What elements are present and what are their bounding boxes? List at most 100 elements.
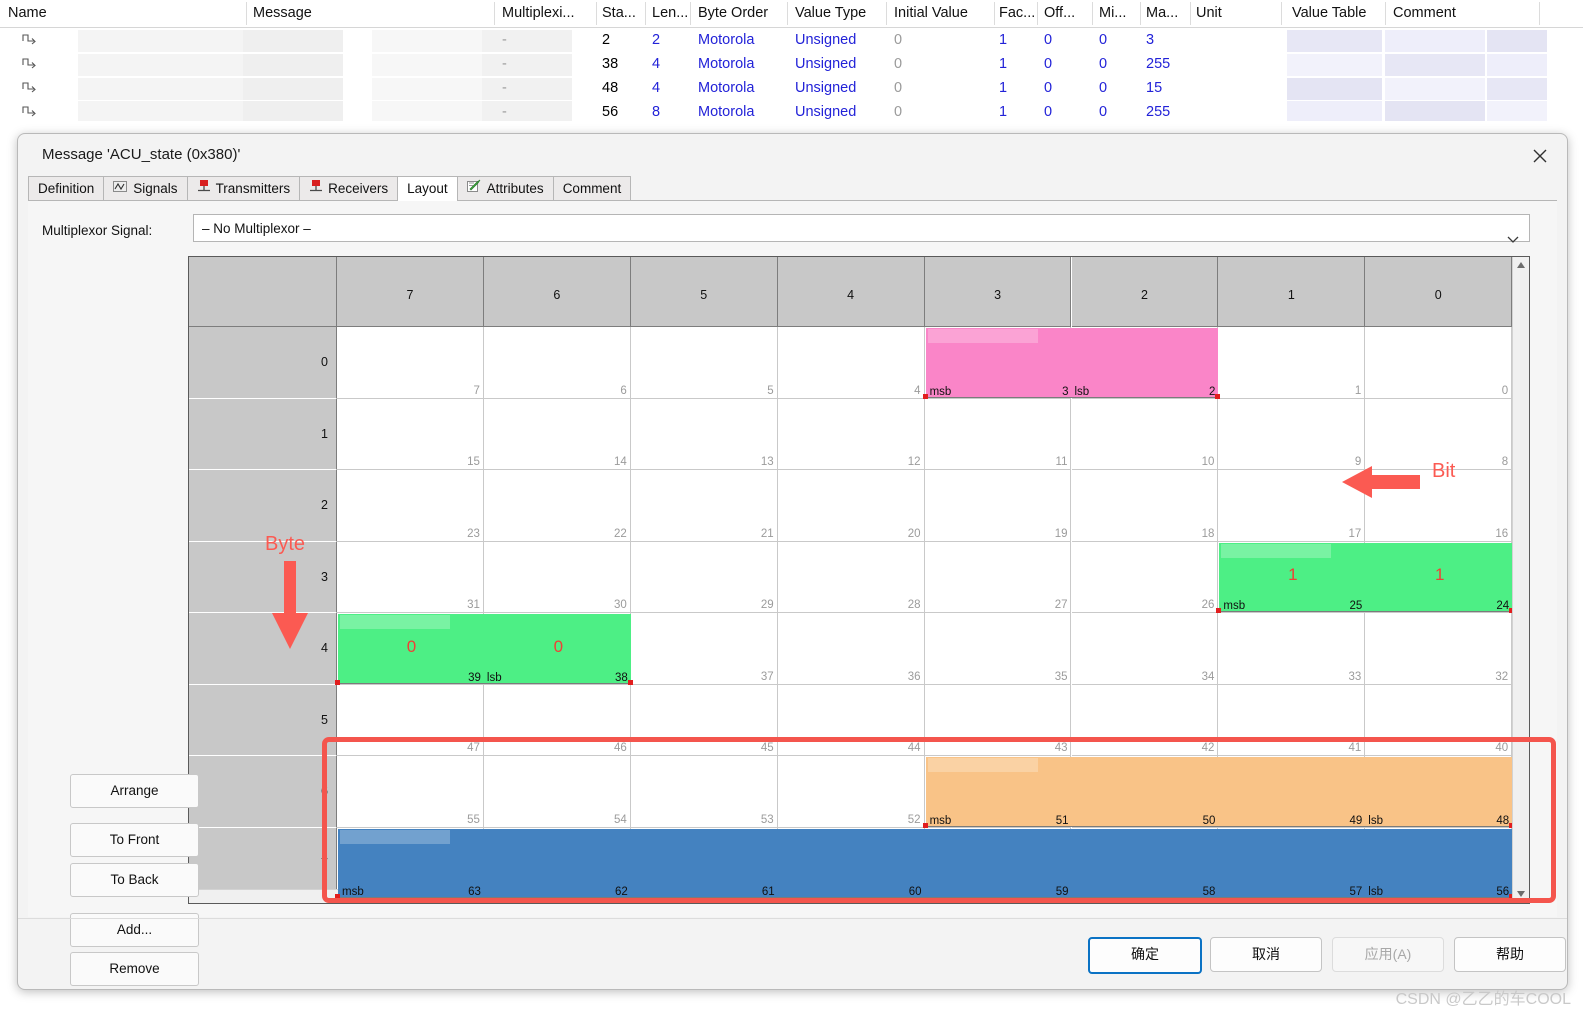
table-cell: 255 <box>1146 56 1171 72</box>
column-separator[interactable] <box>1037 2 1038 25</box>
signal-extent-marker <box>922 393 928 399</box>
ok-button[interactable]: 确定 <box>1088 937 1202 974</box>
tab-comment[interactable]: Comment <box>552 176 632 200</box>
column-separator[interactable] <box>645 2 646 25</box>
button-remove[interactable]: Remove <box>70 952 199 986</box>
column-separator[interactable] <box>1385 2 1386 25</box>
triangle-up-icon[interactable] <box>1513 257 1529 274</box>
grid-cell[interactable]: 23 <box>337 470 484 542</box>
signal-value: 1 <box>1288 565 1298 585</box>
table-row[interactable]: - 48 4 Motorola Unsigned 0 1 0 0 15 <box>0 77 1583 101</box>
column-separator[interactable] <box>886 2 887 25</box>
grid-cell[interactable]: 15 <box>337 398 484 470</box>
grid-cell[interactable]: 53 <box>630 756 778 828</box>
grid-cell[interactable]: 54 <box>483 756 631 828</box>
grid-cell[interactable]: 10 <box>1071 398 1219 470</box>
bit-layout-grid[interactable]: 7654321007654321011514131211109822322212… <box>188 256 1530 904</box>
grid-cell[interactable]: 35 <box>924 613 1072 685</box>
tab-transmitters[interactable]: Transmitters <box>186 176 301 200</box>
grid-cell[interactable]: 41 <box>1218 684 1366 756</box>
tab-attributes[interactable]: Attributes <box>456 176 554 200</box>
table-row[interactable]: - 2 2 Motorola Unsigned 0 1 0 0 3 <box>0 29 1583 53</box>
grid-cell[interactable]: 13 <box>630 398 778 470</box>
table-row[interactable]: - 38 4 Motorola Unsigned 0 1 0 0 255 <box>0 53 1583 77</box>
table-cell: Unsigned <box>795 56 857 72</box>
grid-cell[interactable]: 28 <box>777 541 925 613</box>
grid-cell[interactable]: 7 <box>337 327 484 399</box>
signal-block[interactable]: 3 2 msb lsb <box>925 328 1219 398</box>
grid-cell[interactable]: 46 <box>483 684 631 756</box>
signal-icon <box>22 80 36 93</box>
grid-cell[interactable]: 42 <box>1071 684 1219 756</box>
grid-cell[interactable]: 40 <box>1365 684 1512 756</box>
help-button[interactable]: 帮助 <box>1454 937 1566 972</box>
grid-cell[interactable]: 18 <box>1071 470 1219 542</box>
column-separator[interactable] <box>787 2 788 25</box>
button-to-front[interactable]: To Front <box>70 823 199 857</box>
signal-block[interactable]: 51 50 49 48 msb lsb <box>925 757 1512 827</box>
column-separator[interactable] <box>690 2 691 25</box>
triangle-down-icon[interactable] <box>1513 886 1529 903</box>
column-separator[interactable] <box>994 2 995 25</box>
signal-extent-marker <box>1509 894 1512 899</box>
tab-label: Comment <box>562 181 622 196</box>
close-icon[interactable] <box>1523 141 1557 171</box>
grid-cell[interactable]: 52 <box>777 756 925 828</box>
multiplexor-select[interactable]: – No Multiplexor – <box>193 214 1530 243</box>
signal-block[interactable]: 0 39 0 38 lsb <box>338 614 631 684</box>
grid-cell[interactable]: 14 <box>483 398 631 470</box>
table-row[interactable]: - 56 8 Motorola Unsigned 0 1 0 0 255 <box>0 101 1583 125</box>
grid-cell[interactable]: 26 <box>1071 541 1219 613</box>
column-separator[interactable] <box>1539 2 1540 25</box>
bit-grid-canvas[interactable]: 7654321007654321011514131211109822322212… <box>189 257 1512 903</box>
grid-cell[interactable]: 55 <box>337 756 484 828</box>
grid-cell[interactable]: 11 <box>924 398 1072 470</box>
column-separator[interactable] <box>596 2 597 25</box>
column-separator[interactable] <box>1281 2 1282 25</box>
signal-name-redacted <box>927 329 1038 343</box>
grid-cell[interactable]: 17 <box>1218 470 1366 542</box>
grid-cell[interactable]: 19 <box>924 470 1072 542</box>
column-separator[interactable] <box>1190 2 1191 25</box>
grid-cell[interactable]: 32 <box>1365 613 1512 685</box>
grid-cell[interactable]: 4 <box>777 327 925 399</box>
tab-layout[interactable]: Layout <box>397 176 458 201</box>
grid-cell[interactable]: 21 <box>630 470 778 542</box>
signal-block[interactable]: 1 25 1 24 msb <box>1219 542 1512 612</box>
grid-cell[interactable]: 9 <box>1218 398 1366 470</box>
grid-vertical-scrollbar[interactable] <box>1512 257 1529 903</box>
grid-cell[interactable]: 36 <box>777 613 925 685</box>
grid-cell[interactable]: 30 <box>483 541 631 613</box>
button-to-back[interactable]: To Back <box>70 863 199 897</box>
column-separator[interactable] <box>246 2 247 25</box>
tab-definition[interactable]: Definition <box>28 176 105 200</box>
grid-cell[interactable]: 22 <box>483 470 631 542</box>
table-cell: 0 <box>894 104 903 120</box>
grid-cell[interactable]: 29 <box>630 541 778 613</box>
button-arrange[interactable]: Arrange <box>70 774 199 808</box>
grid-cell[interactable]: 0 <box>1365 327 1512 399</box>
grid-cell[interactable]: 34 <box>1071 613 1219 685</box>
column-separator[interactable] <box>1092 2 1093 25</box>
grid-cell[interactable]: 47 <box>337 684 484 756</box>
grid-cell[interactable]: 1 <box>1218 327 1366 399</box>
tab-signals[interactable]: Signals <box>103 176 188 200</box>
grid-cell[interactable]: 33 <box>1218 613 1366 685</box>
grid-cell[interactable]: 43 <box>924 684 1072 756</box>
grid-cell[interactable]: 45 <box>630 684 778 756</box>
grid-cell[interactable]: 37 <box>630 613 778 685</box>
bit-header-number: 2 <box>1140 288 1148 302</box>
bit-header-cell: 7 <box>337 257 484 327</box>
column-separator[interactable] <box>1140 2 1141 25</box>
grid-cell[interactable]: 5 <box>630 327 778 399</box>
signal-block[interactable]: 63 62 61 60 59 58 57 56 msb lsb <box>338 828 1512 898</box>
grid-cell[interactable]: 20 <box>777 470 925 542</box>
grid-cell[interactable]: 31 <box>337 541 484 613</box>
grid-cell[interactable]: 27 <box>924 541 1072 613</box>
grid-cell[interactable]: 12 <box>777 398 925 470</box>
grid-cell[interactable]: 44 <box>777 684 925 756</box>
tab-receivers[interactable]: Receivers <box>299 176 399 200</box>
column-separator[interactable] <box>494 2 495 25</box>
cancel-button[interactable]: 取消 <box>1210 937 1322 972</box>
grid-cell[interactable]: 6 <box>483 327 631 399</box>
